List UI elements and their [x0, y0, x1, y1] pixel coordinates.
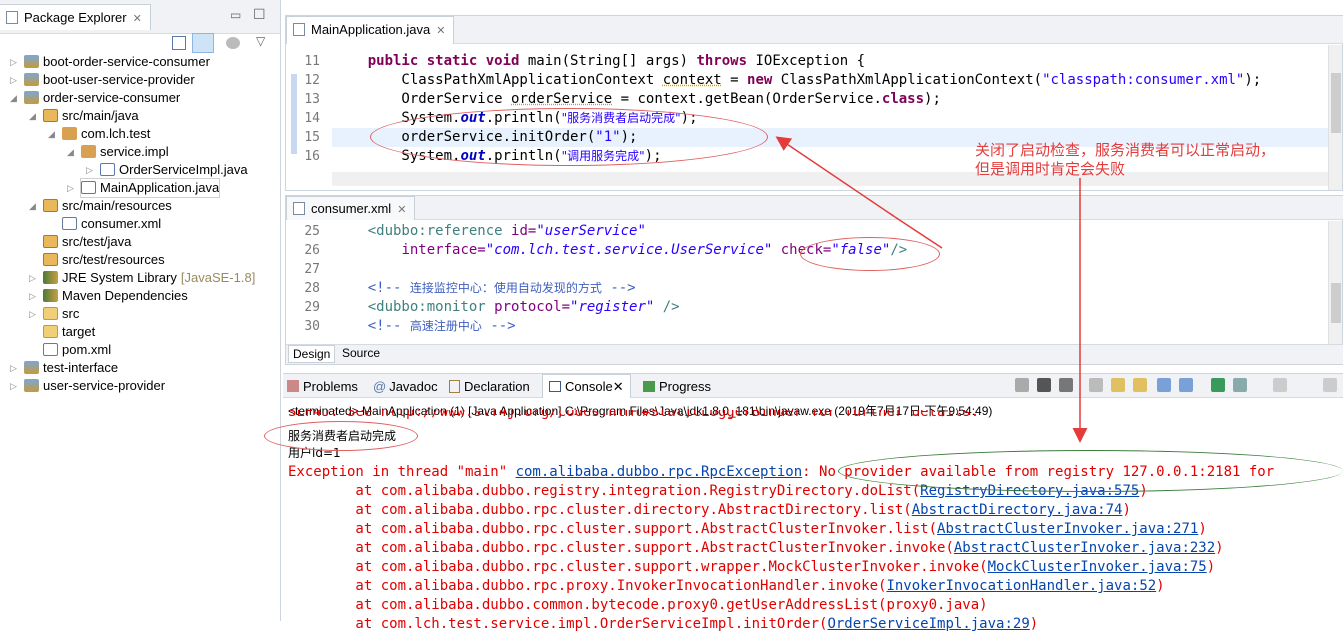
annotation-arrows: [775, 136, 1088, 443]
arrow-to-check: [894, 216, 943, 249]
arrow-to-code: [775, 136, 896, 218]
